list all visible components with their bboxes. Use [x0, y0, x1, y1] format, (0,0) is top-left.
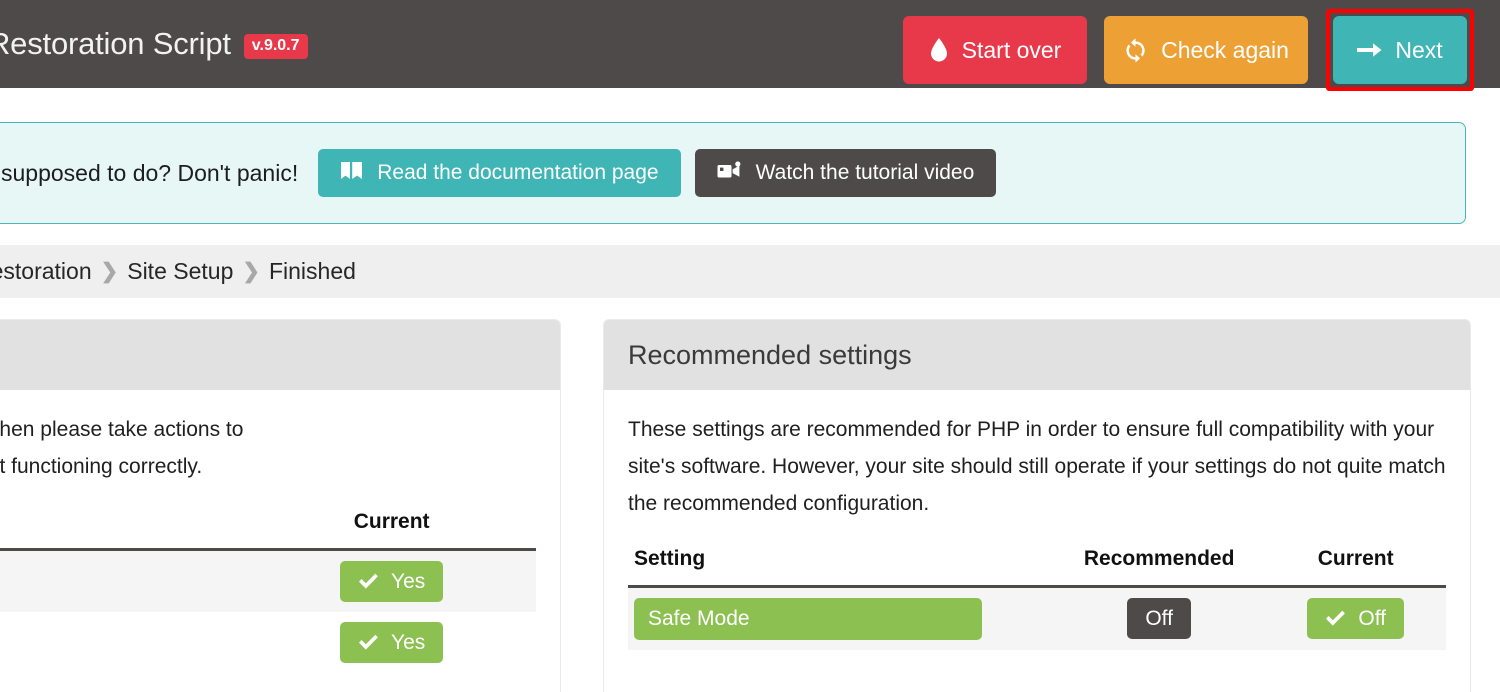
system-check-card-header: ck — [0, 320, 560, 390]
start-over-label: Start over — [961, 36, 1062, 63]
page-title: Restoration Script — [0, 26, 231, 61]
book-icon — [340, 161, 363, 186]
app-title-group: Restoration Script v.9.0.7 — [0, 26, 308, 62]
system-check-card-body: pported (marked as No) then please take … — [0, 390, 560, 673]
current-value-cell: Off — [1265, 586, 1446, 650]
next-button-highlight: Next — [1326, 9, 1474, 91]
next-label: Next — [1395, 36, 1443, 63]
breadcrumb-bar: Restoration ❯ Site Setup ❯ Finished — [0, 245, 1500, 298]
setting-name-cell: Safe Mode — [628, 586, 1053, 650]
watch-tutorial-label: Watch the tutorial video — [755, 161, 975, 184]
table-header-row: Current — [0, 499, 536, 551]
table-header-row: Setting Recommended Current — [628, 536, 1446, 588]
read-documentation-button[interactable]: Read the documentation page — [318, 149, 681, 197]
column-header-setting: Setting — [628, 536, 1053, 588]
status-badge: Yes — [339, 622, 444, 664]
system-check-table-head: Current — [0, 499, 536, 551]
read-documentation-label: Read the documentation page — [377, 161, 659, 184]
header-actions: Start over Check again Next — [903, 9, 1474, 91]
arrow-right-icon — [1357, 41, 1382, 59]
breadcrumb: Restoration ❯ Site Setup ❯ Finished — [0, 258, 356, 285]
column-header-blank — [0, 499, 248, 551]
recommended-settings-card: Recommended settings These settings are … — [604, 320, 1470, 692]
chevron-right-icon: ❯ — [242, 260, 260, 283]
recommended-settings-paragraph: These settings are recommended for PHP i… — [628, 418, 1446, 515]
system-check-paragraph-line2: could lead to your site not functioning … — [0, 454, 203, 478]
start-over-button[interactable]: Start over — [903, 16, 1087, 84]
setting-name-badge: Safe Mode — [634, 597, 982, 640]
system-check-row-current: Yes — [247, 612, 536, 673]
breadcrumb-item-site-setup[interactable]: Site Setup — [127, 258, 233, 285]
app-root: Restoration Script v.9.0.7 Start over Ch… — [0, 0, 1500, 692]
status-badge-label: Yes — [390, 631, 426, 655]
next-button[interactable]: Next — [1333, 16, 1467, 84]
check-again-button[interactable]: Check again — [1104, 16, 1308, 84]
chevron-right-icon: ❯ — [100, 260, 119, 283]
status-badge: Yes — [339, 560, 444, 603]
column-header-current: Current — [1265, 536, 1446, 588]
status-badge-label: Off — [1358, 607, 1386, 631]
column-header-current: Current — [247, 499, 536, 551]
top-header-bar: Restoration Script v.9.0.7 Start over Ch… — [0, 0, 1500, 91]
table-row: Yes — [0, 612, 536, 673]
check-again-label: Check again — [1161, 36, 1289, 63]
system-check-card: ck pported (marked as No) then please ta… — [0, 320, 560, 692]
version-badge: v.9.0.7 — [243, 33, 308, 59]
table-row: Safe Mode Off Off — [628, 586, 1446, 650]
recommended-value-cell: Off — [1053, 586, 1265, 650]
help-banner-text: supposed to do? Don't panic! — [1, 159, 299, 186]
watch-tutorial-button[interactable]: Watch the tutorial video — [694, 149, 997, 197]
system-check-row-label — [0, 549, 247, 612]
status-badge-label: Yes — [390, 569, 426, 593]
system-check-row-current: Yes — [247, 549, 536, 612]
breadcrumb-item-restoration[interactable]: Restoration — [0, 258, 92, 285]
recommended-settings-table-body: Safe Mode Off Off — [628, 586, 1446, 650]
recommended-badge: Off — [1127, 598, 1191, 640]
system-check-table: Current Yes Yes — [0, 499, 536, 673]
status-badge: Off — [1307, 598, 1404, 640]
check-icon — [358, 573, 379, 590]
recommended-settings-card-body: These settings are recommended for PHP i… — [604, 390, 1470, 650]
table-row: Yes — [0, 549, 536, 613]
help-banner: supposed to do? Don't panic! Read the do… — [0, 122, 1466, 224]
system-check-row-label — [0, 612, 247, 673]
breadcrumb-item-finished: Finished — [268, 258, 356, 284]
recommended-settings-table-head: Setting Recommended Current — [628, 536, 1446, 588]
recommended-settings-card-header: Recommended settings — [604, 320, 1470, 390]
recommended-settings-table: Setting Recommended Current Safe Mode Of… — [628, 536, 1446, 650]
column-header-recommended: Recommended — [1052, 536, 1266, 588]
droplet-icon — [929, 37, 949, 63]
check-icon — [358, 634, 379, 651]
check-icon — [1325, 610, 1346, 627]
video-camera-icon — [717, 160, 742, 186]
refresh-icon — [1123, 37, 1148, 63]
system-check-paragraph-line1: pported (marked as No) then please take … — [0, 418, 244, 441]
recommended-settings-title: Recommended settings — [628, 339, 912, 370]
system-check-table-body: Yes Yes — [0, 549, 536, 673]
